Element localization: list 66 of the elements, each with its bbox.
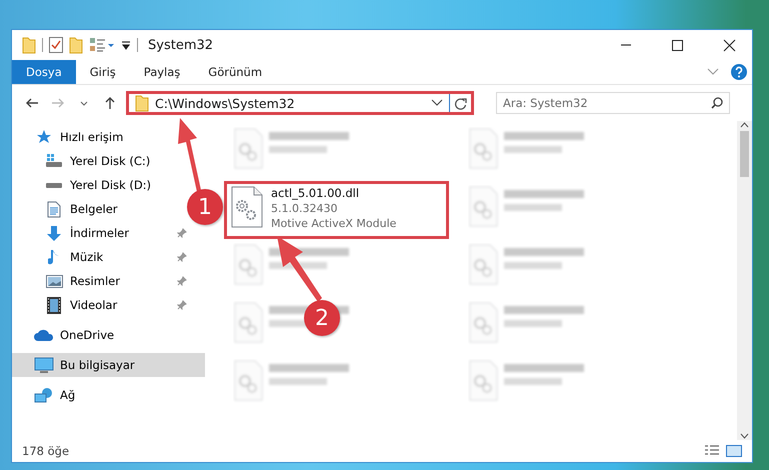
sidebar-item[interactable]: Bu bilgisayar [12, 353, 205, 377]
sidebar-label: OneDrive [60, 328, 114, 342]
network-icon [34, 386, 54, 404]
help-icon [731, 64, 747, 80]
sidebar-label: Ağ [60, 388, 76, 402]
cloud-icon [34, 329, 54, 341]
folder-icon [135, 94, 149, 112]
film-icon [47, 296, 61, 314]
file-name: actl_5.01.00.dll [271, 186, 360, 201]
sidebar-label: Yerel Disk (D:) [70, 178, 152, 192]
close-icon [722, 38, 736, 52]
ribbon-tab[interactable]: Görünüm [194, 60, 276, 84]
forward-icon [51, 96, 65, 110]
sidebar-label: İndirmeler [70, 226, 130, 240]
scrollbar[interactable] [737, 121, 752, 440]
sidebar-item[interactable]: Yerel Disk (C:) [12, 149, 156, 173]
sidebar-label: Resimler [70, 274, 121, 288]
sidebar-item[interactable]: Resimler [12, 269, 205, 293]
sidebar-label: Hızlı erişim [60, 130, 124, 144]
sidebar-item[interactable]: OneDrive [12, 323, 120, 347]
address-path: C:\Windows\System32 [155, 96, 296, 110]
callout-arrow [277, 236, 322, 302]
maximize-icon [670, 38, 684, 52]
view-options-icon[interactable] [89, 37, 115, 53]
search-icon [711, 97, 723, 109]
sidebar-item[interactable]: Yerel Disk (D:) [12, 173, 158, 197]
dropdown-icon[interactable] [431, 99, 443, 107]
properties-icon[interactable] [49, 37, 63, 53]
ribbon-tab[interactable]: Giriş [76, 60, 130, 84]
back-icon [25, 96, 39, 110]
drive-icon [45, 182, 63, 188]
sidebar-item[interactable]: Videolar [12, 293, 205, 317]
details-view-icon[interactable] [704, 445, 720, 457]
sidebar-label: Belgeler [70, 202, 118, 216]
gear-file-icon [231, 186, 263, 228]
sidebar-item[interactable]: Hızlı erişim [12, 125, 130, 149]
sidebar-item[interactable]: Müzik [12, 245, 205, 269]
sidebar-label: Bu bilgisayar [60, 358, 136, 372]
sidebar-label: Yerel Disk (C:) [70, 154, 150, 168]
large-icons-view-icon[interactable] [726, 445, 742, 457]
up-icon [103, 96, 117, 110]
search-field[interactable]: Ara: System32 [496, 92, 730, 114]
scroll-down-icon[interactable] [740, 432, 749, 440]
scroll-thumb[interactable] [740, 131, 749, 177]
file-detail: Motive ActiveX Module [271, 216, 396, 231]
chevron-icon [707, 68, 719, 76]
address-bar[interactable]: C:\Windows\System32 [126, 91, 474, 115]
drive-icon [45, 154, 63, 168]
file-detail: 5.1.0.32430 [271, 201, 338, 216]
sidebar-label: Müzik [70, 250, 104, 264]
document-icon [47, 200, 61, 218]
sidebar-item[interactable]: Belgeler [12, 197, 124, 221]
item-count: 178 öğe [22, 444, 70, 458]
music-note-icon [48, 248, 60, 266]
sidebar-item[interactable]: Ağ [12, 383, 82, 407]
ribbon-tab[interactable]: Dosya [12, 60, 76, 84]
star-icon [36, 129, 52, 145]
monitor-icon [34, 356, 54, 374]
window-title: System32 [148, 38, 214, 52]
file-item[interactable]: actl_5.01.00.dll 5.1.0.32430 Motive ActiveX Module [224, 181, 449, 239]
picture-icon [46, 274, 62, 288]
ribbon-tab[interactable]: Paylaş [130, 60, 194, 84]
sidebar-label: Videolar [70, 298, 118, 312]
customize-toolbar-icon[interactable] [121, 39, 131, 51]
download-arrow-icon [46, 224, 62, 242]
scroll-up-icon[interactable] [740, 121, 749, 129]
